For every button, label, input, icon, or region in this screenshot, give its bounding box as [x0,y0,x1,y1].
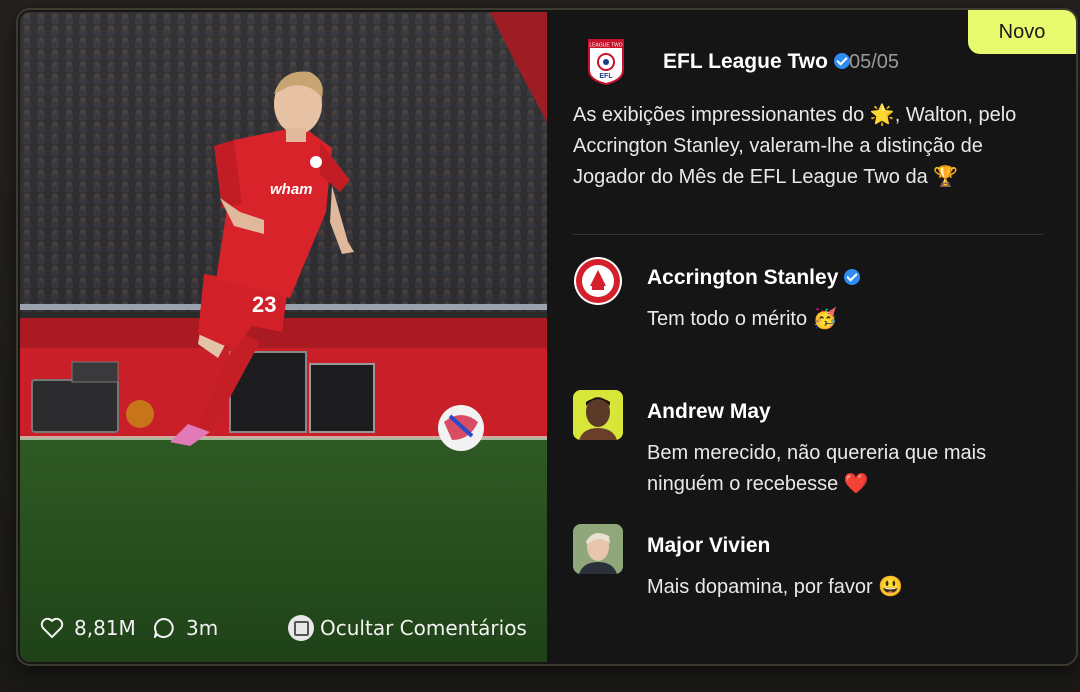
comment-author[interactable]: Andrew May [647,400,771,424]
player-photo: 23 wham [20,12,547,662]
league-two-logo: LEAGUE TWO EFL [581,36,631,86]
comment-author[interactable]: Accrington Stanley [647,266,861,290]
svg-text:LEAGUE TWO: LEAGUE TWO [589,43,622,49]
verified-icon [833,53,850,69]
comment-text: Mais dopamina, por favor 😃 [647,576,904,598]
comment-author-name: Accrington Stanley [647,266,839,289]
hide-comments-label: Ocultar Comentários [320,616,527,640]
major-vivien-avatar[interactable] [573,524,623,574]
likes-counter[interactable]: 8,81M [40,616,136,640]
engagement-bar: 8,81M 3m Ocultar Comentários [20,598,547,662]
shorts-number: 23 [252,292,276,317]
comment-text: Bem merecido, não quereria que mais ning… [647,442,987,495]
svg-text:EFL: EFL [599,73,613,80]
post-image[interactable]: 23 wham 8,81M 3m Ocultar Comentários [20,12,547,662]
comment-author-name: Andrew May [647,400,771,423]
likes-count: 8,81M [74,616,136,640]
hide-comments-button[interactable]: Ocultar Comentários [288,615,527,641]
comments-count: 3m [186,616,219,640]
comment-author-name: Major Vivien [647,534,771,557]
comment-author[interactable]: Major Vivien [647,534,770,558]
post-details: Novo LEAGUE TWO EFL EFL League Two 05/05… [547,10,1076,664]
heart-icon [40,617,64,638]
shirt-sponsor: wham [270,181,313,198]
square-button-icon [288,615,314,641]
verified-icon [844,269,861,285]
andrew-may-avatar[interactable] [573,390,623,440]
post-author-name: EFL League Two [663,50,828,73]
post-date: 05/05 [849,51,900,73]
post-author[interactable]: EFL League Two [663,50,850,74]
new-badge: Novo [968,10,1076,54]
comments-counter[interactable]: 3m [152,616,218,640]
comment-bubble-icon [154,618,174,638]
post-body: As exibições impressionantes do 🌟, Walto… [573,104,1017,188]
divider [573,234,1043,235]
post-card: 23 wham 8,81M 3m Ocultar Comentários Nov… [16,8,1078,666]
comment-text: Tem todo o mérito 🥳 [647,308,838,330]
accrington-stanley-avatar[interactable] [573,256,623,306]
